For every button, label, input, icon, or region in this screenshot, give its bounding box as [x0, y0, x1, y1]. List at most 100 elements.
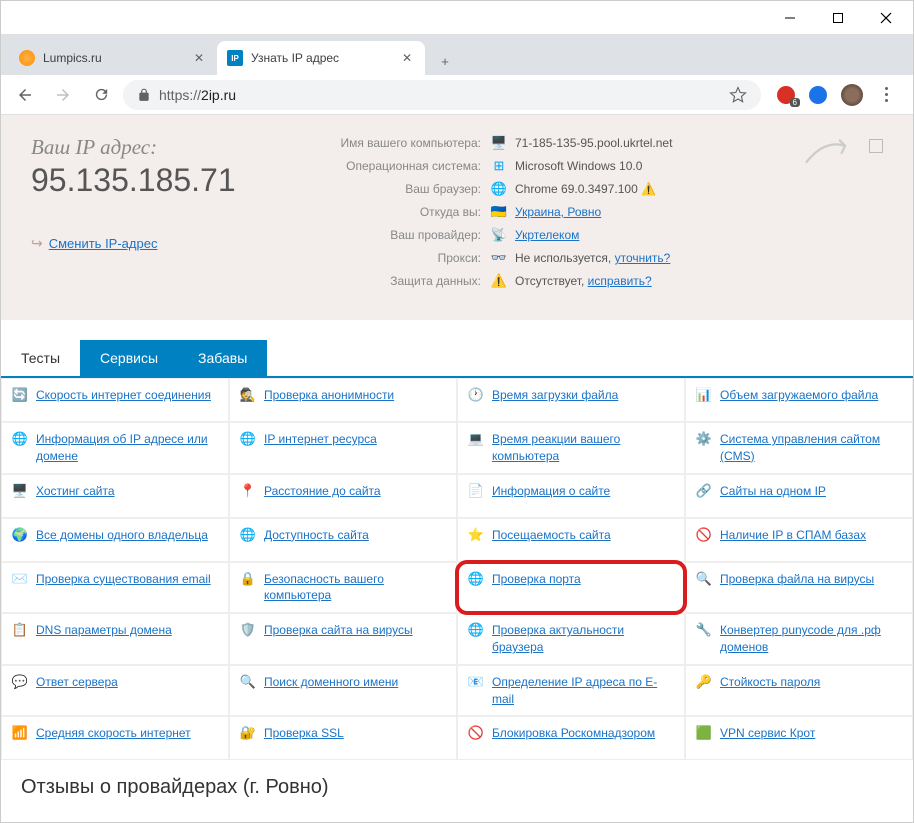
- back-button[interactable]: [9, 79, 41, 111]
- service-icon: ✉️: [12, 571, 28, 587]
- ip-details: Имя вашего компьютера:🖥️71-185-135-95.po…: [321, 135, 883, 296]
- service-cell: ⭐ Посещаемость сайта: [457, 518, 685, 562]
- location-link[interactable]: Украина, Ровно: [515, 205, 601, 219]
- service-cell: 🔐 Проверка SSL: [229, 716, 457, 760]
- service-icon: 🔗: [696, 483, 712, 499]
- chrome-menu-button[interactable]: [877, 87, 895, 102]
- service-icon: 🔐: [240, 725, 256, 741]
- reviews-heading: Отзывы о провайдерах (г. Ровно): [1, 760, 913, 799]
- service-link[interactable]: Безопасность вашего компьютера: [264, 571, 446, 605]
- reload-button[interactable]: [85, 79, 117, 111]
- service-link[interactable]: Время загрузки файла: [492, 387, 618, 404]
- service-link[interactable]: DNS параметры домена: [36, 622, 172, 639]
- service-icon: 🔄: [12, 387, 28, 403]
- browser-value: Chrome 69.0.3497.100 ⚠️: [515, 182, 656, 196]
- new-tab-button[interactable]: +: [431, 47, 459, 75]
- service-link[interactable]: VPN сервис Крот: [720, 725, 815, 742]
- windows-icon: ⊞: [491, 158, 507, 174]
- tab-close-icon[interactable]: ✕: [191, 50, 207, 66]
- service-link[interactable]: IP интернет ресурса: [264, 431, 377, 448]
- bookmark-icon[interactable]: [869, 139, 883, 153]
- 2ip-favicon: IP: [227, 50, 243, 66]
- service-link[interactable]: Объем загружаемого файла: [720, 387, 878, 404]
- service-link[interactable]: Средняя скорость интернет: [36, 725, 191, 742]
- omnibox[interactable]: https://2ip.ru: [123, 80, 761, 110]
- service-link[interactable]: Ответ сервера: [36, 674, 118, 691]
- service-link[interactable]: Доступность сайта: [264, 527, 369, 544]
- hostname-value: 71-185-135-95.pool.ukrtel.net: [515, 136, 672, 150]
- service-link[interactable]: Конвертер punycode для .рф доменов: [720, 622, 902, 656]
- tab-tests[interactable]: Тесты: [1, 340, 80, 376]
- service-cell: 📄Информация о сайте: [457, 474, 685, 518]
- service-link[interactable]: Проверка анонимности: [264, 387, 394, 404]
- service-icon: 🔧: [696, 622, 712, 638]
- service-link[interactable]: Проверка порта: [492, 571, 581, 588]
- change-ip-link[interactable]: ↪ Сменить IP-адрес: [31, 235, 321, 252]
- extensions-area: 6: [767, 84, 905, 106]
- service-link[interactable]: Проверка SSL: [264, 725, 344, 742]
- forward-button[interactable]: [47, 79, 79, 111]
- proxy-clarify-link[interactable]: уточнить?: [615, 251, 671, 265]
- page-content: Ваш IP адрес: 95.135.185.71 ↪ Сменить IP…: [1, 115, 913, 799]
- ip-label: Ваш IP адрес:: [31, 135, 321, 160]
- service-link[interactable]: Поиск доменного имени: [264, 674, 398, 691]
- service-link[interactable]: Проверка актуальности браузера: [492, 622, 674, 656]
- service-icon: 🚫: [696, 527, 712, 543]
- close-window-button[interactable]: [863, 2, 909, 34]
- service-icon: 🌐: [12, 431, 28, 447]
- tab-close-icon[interactable]: ✕: [399, 50, 415, 66]
- service-link[interactable]: Проверка сайта на вирусы: [264, 622, 413, 639]
- profile-avatar[interactable]: [841, 84, 863, 106]
- warning-icon: ⚠️: [641, 182, 656, 196]
- service-cell: 📶Средняя скорость интернет: [1, 716, 229, 760]
- proxy-icon: 👓: [491, 250, 507, 266]
- service-cell: 🛡️Проверка сайта на вирусы: [229, 613, 457, 665]
- service-cell: 🌐 Доступность сайта: [229, 518, 457, 562]
- service-icon: 🌐: [468, 571, 484, 587]
- service-link[interactable]: Время реакции вашего компьютера: [492, 431, 674, 465]
- service-icon: 🚫: [468, 725, 484, 741]
- service-icon: 🌐: [240, 527, 256, 543]
- service-link[interactable]: Система управления сайтом (CMS): [720, 431, 902, 465]
- service-link[interactable]: Проверка файла на вирусы: [720, 571, 874, 588]
- proxy-value: Не используется, уточнить?: [515, 251, 670, 265]
- lock-icon: [137, 88, 151, 102]
- tab-fun[interactable]: Забавы: [178, 340, 267, 376]
- service-cell: 💻Время реакции вашего компьютера: [457, 422, 685, 474]
- service-cell: 🔑Стойкость пароля: [685, 665, 913, 717]
- service-icon: 📋: [12, 622, 28, 638]
- service-link[interactable]: Информация об IP адресе или домене: [36, 431, 218, 465]
- extension-icon-globe[interactable]: [809, 86, 827, 104]
- minimize-button[interactable]: [767, 2, 813, 34]
- service-cell: 🕵️Проверка анонимности: [229, 378, 457, 422]
- service-link[interactable]: Информация о сайте: [492, 483, 610, 500]
- protection-fix-link[interactable]: исправить?: [588, 274, 652, 288]
- service-link[interactable]: Посещаемость сайта: [492, 527, 611, 544]
- service-cell: 🔍Поиск доменного имени: [229, 665, 457, 717]
- service-icon: ⭐: [468, 527, 484, 543]
- extension-icon[interactable]: 6: [777, 86, 795, 104]
- service-cell: 📋 DNS параметры домена: [1, 613, 229, 665]
- service-link[interactable]: Стойкость пароля: [720, 674, 820, 691]
- bookmark-star-icon[interactable]: [729, 86, 747, 104]
- service-icon: 📍: [240, 483, 256, 499]
- service-cell: 🚫 Наличие IP в СПАМ базах: [685, 518, 913, 562]
- service-icon: ⚙️: [696, 431, 712, 447]
- service-link[interactable]: Все домены одного владельца: [36, 527, 208, 544]
- service-link[interactable]: Сайты на одном IP: [720, 483, 826, 500]
- service-link[interactable]: Расстояние до сайта: [264, 483, 381, 500]
- browser-tab-2ip[interactable]: IP Узнать IP адрес ✕: [217, 41, 425, 75]
- service-link[interactable]: Определение IP адреса по E-mail: [492, 674, 674, 708]
- service-link[interactable]: Наличие IP в СПАМ базах: [720, 527, 866, 544]
- service-cell: 📊Объем загружаемого файла: [685, 378, 913, 422]
- browser-tab-lumpics[interactable]: Lumpics.ru ✕: [9, 41, 217, 75]
- protection-value: Отсутствует, исправить?: [515, 274, 652, 288]
- service-link[interactable]: Проверка существования email: [36, 571, 211, 588]
- service-link[interactable]: Хостинг сайта: [36, 483, 115, 500]
- share-arrow[interactable]: [801, 135, 883, 171]
- service-link[interactable]: Блокировка Роскомнадзором: [492, 725, 655, 742]
- tab-services[interactable]: Сервисы: [80, 340, 178, 376]
- maximize-button[interactable]: [815, 2, 861, 34]
- provider-link[interactable]: Укртелеком: [515, 228, 579, 242]
- service-link[interactable]: Скорость интернет соединения: [36, 387, 211, 404]
